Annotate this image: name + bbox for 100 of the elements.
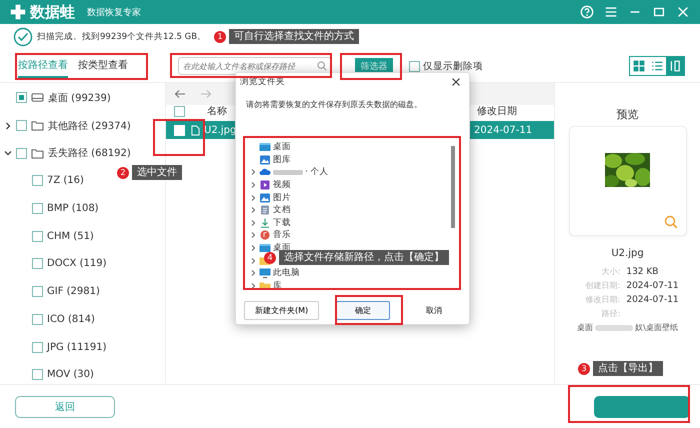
checkbox[interactable] [16,120,27,132]
tree-item-label[interactable]: 7Z (16) [47,175,84,186]
app-name: 数据蛙 [30,2,75,22]
highlight-frame [335,295,403,325]
tree-item-label[interactable]: DOCX (119) [47,258,106,270]
search-field[interactable]: 在此处输入文件名称或保存路径 [178,57,332,75]
tree-item-label[interactable]: BMP (108) [47,203,99,214]
video-icon [259,180,271,190]
chevron-right-icon[interactable] [249,218,257,227]
checkbox[interactable] [32,369,43,380]
app-subtitle: 数据恢复专家 [87,6,141,18]
tree-item-label[interactable]: 丢失路径 (68192) [48,146,131,160]
detail-value: 132 KB [626,266,660,279]
folder-label[interactable]: 下载 [273,216,291,229]
select-all-checkbox[interactable] [174,106,185,116]
chevron-down-icon[interactable] [4,149,12,158]
callout: 点击【导出】 [593,361,663,376]
folder-label[interactable]: 视频 [273,179,291,192]
highlight-frame [340,53,402,80]
list-icon [651,60,663,72]
tree-item-label[interactable]: ICO (814) [47,314,95,325]
view-tab[interactable]: 按类型查看 [78,54,128,78]
detail-label: 修改日期: [584,294,620,306]
checkbox-label: 仅显示删除项 [423,60,483,72]
tree-item-label[interactable]: 桌面 (99239) [48,90,111,105]
preview-layout-icon [669,60,681,72]
folder-icon [31,148,44,159]
checkbox[interactable] [16,92,27,104]
checkbox[interactable] [32,286,43,298]
chevron-right-icon[interactable] [249,256,257,265]
download-icon [259,218,271,228]
back-arrow-icon[interactable] [174,89,186,99]
detail-label: 创建日期: [584,280,620,292]
checkbox[interactable] [16,148,27,159]
folder-label[interactable]: 此电脑 [273,267,300,280]
checkbox[interactable] [32,203,43,214]
checkbox[interactable] [32,175,43,186]
chevron-right-icon[interactable] [4,122,12,130]
forward-arrow-icon[interactable] [200,89,212,99]
logo-icon [10,4,26,20]
step-badge: 1 [214,30,226,42]
callout: 选中文件 [132,165,182,180]
search-icon[interactable] [317,61,327,71]
checkbox[interactable] [32,342,43,353]
chevron-right-icon[interactable] [249,194,257,202]
tree-item-label[interactable]: MOV (30) [47,369,94,380]
chevron-right-icon[interactable] [249,231,257,240]
grid-icon [633,60,645,72]
drive-icon [31,92,44,104]
tree-item-label[interactable]: GIF (2981) [47,286,100,298]
chevron-right-icon[interactable] [249,269,257,278]
file-date: 2024-07-11 [474,124,532,136]
folder-label[interactable]: · 个人 [305,166,328,178]
path-text: 奴\桌面壁纸 [635,322,678,333]
maximize-icon[interactable] [652,5,666,19]
folder-label[interactable]: 音乐 [273,229,291,242]
image-icon [259,192,271,203]
callout: 可自行选择查找文件的方式 [229,29,359,44]
tree-item-label[interactable]: JPG (11191) [47,342,107,353]
file-name: U2.jpg [204,124,238,136]
folder-label[interactable]: 文档 [273,204,291,216]
checkbox[interactable] [32,230,43,242]
folder-label[interactable]: 图库 [273,154,291,166]
path-text: 桌面 [577,322,594,333]
checkbox[interactable] [409,60,420,72]
zoom-icon[interactable] [664,215,678,229]
check-circle-icon [13,27,33,47]
chevron-right-icon[interactable] [249,206,257,214]
checkbox[interactable] [32,314,43,325]
cloud-icon [259,167,271,178]
detail-value: 2024-07-11 [626,294,679,307]
close-icon[interactable] [451,77,461,87]
export-button[interactable] [594,396,690,418]
folder-label[interactable]: 图片 [273,192,291,204]
menu-icon[interactable] [604,5,618,19]
view-mode-button[interactable] [666,57,684,75]
scrollbar[interactable] [451,146,455,228]
tree-item-label[interactable]: 其他路径 (29374) [48,118,131,133]
column-header[interactable]: 修改日期 [477,104,517,118]
dialog-button[interactable]: 确定 [336,301,390,320]
document-icon [259,205,271,216]
step-badge: 3 [578,362,590,374]
detail-value: 2024-07-11 [626,280,679,293]
redacted-bar [595,324,634,330]
folder-label[interactable]: 桌面 [273,141,291,154]
help-icon[interactable] [580,5,594,19]
detail-label: 大小: [600,266,620,278]
tree-item-label[interactable]: CHM (51) [47,230,94,242]
folder-icon [259,280,271,291]
chevron-right-icon[interactable] [249,168,257,176]
step-badge: 2 [117,166,129,178]
scan-status: 扫描完成。找到99239个文件共12.5 GB。 [37,31,206,43]
chevron-right-icon[interactable] [249,244,257,252]
dialog-button[interactable]: 新建文件夹(M) [244,301,320,320]
chevron-right-icon[interactable] [249,181,257,190]
computer-icon [259,268,271,278]
checkbox[interactable] [32,258,43,270]
desktop-icon [259,142,271,152]
highlight-frame [153,119,205,156]
chevron-right-icon[interactable] [249,282,257,290]
